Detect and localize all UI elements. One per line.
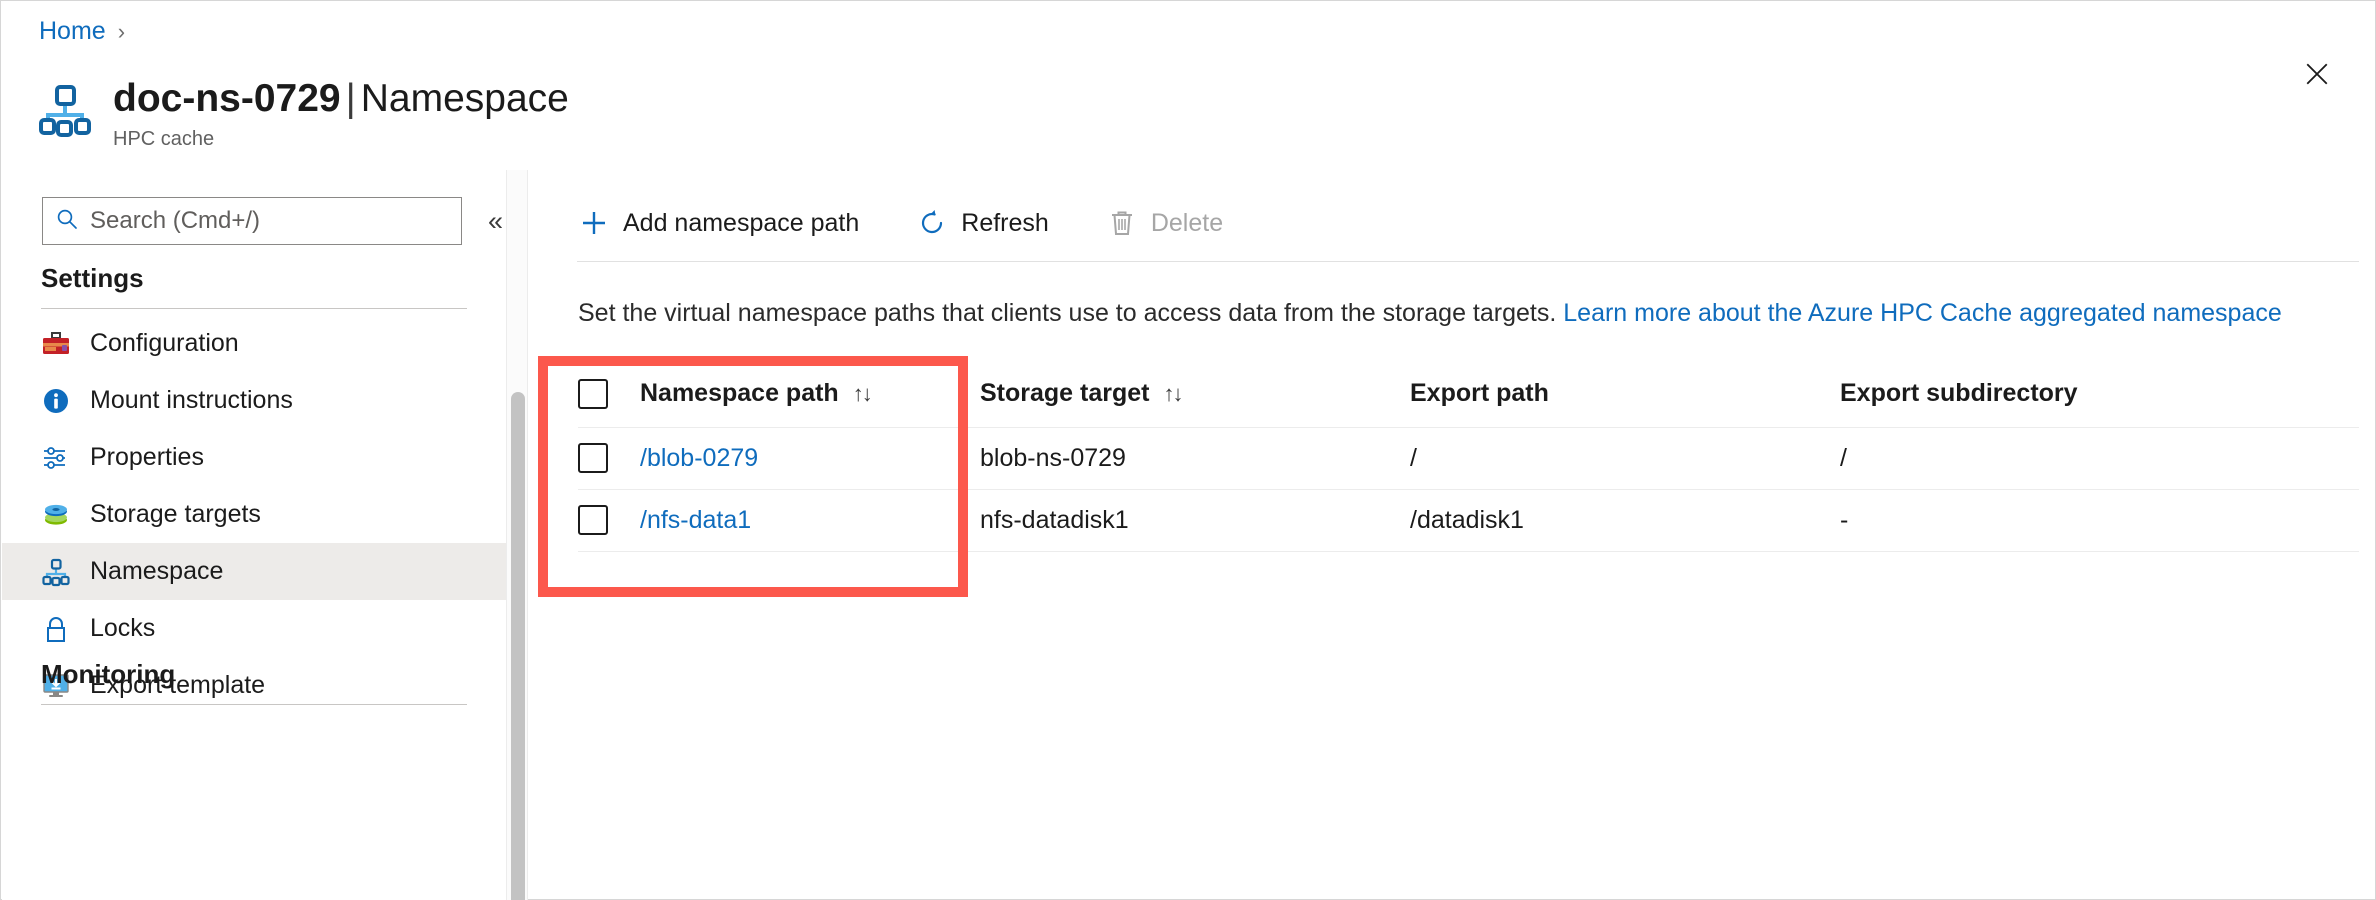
- close-icon: [2304, 61, 2330, 90]
- namespace-paths-table: Namespace path ↑↓ Storage target ↑↓ Expo…: [578, 361, 2359, 552]
- cell-namespace-path: /nfs-data1: [640, 489, 980, 551]
- refresh-icon: [917, 208, 947, 238]
- lock-icon: [41, 614, 71, 644]
- sidebar-section-heading: Monitoring: [2, 659, 507, 690]
- refresh-label: Refresh: [961, 209, 1049, 238]
- info-icon: [41, 386, 71, 416]
- cell-export-subdirectory: /: [1840, 427, 2359, 489]
- cell-namespace-path: /blob-0279: [640, 427, 980, 489]
- namespace-path-link[interactable]: /blob-0279: [640, 444, 758, 472]
- description-sentence: Set the virtual namespace paths that cli…: [578, 299, 1556, 327]
- column-header-label: Export path: [1410, 379, 1549, 408]
- sidebar-item-configuration[interactable]: Configuration: [2, 315, 507, 372]
- cell-export-path: /datadisk1: [1410, 489, 1840, 551]
- table-header-row: Namespace path ↑↓ Storage target ↑↓ Expo…: [578, 361, 2359, 427]
- sidebar-section-settings: Settings Configuration: [2, 263, 507, 714]
- resource-name: doc-ns-0729: [113, 77, 341, 120]
- plus-icon: [579, 208, 609, 238]
- namespace-path-link[interactable]: /nfs-data1: [640, 506, 751, 534]
- resource-type-subtitle: HPC cache: [113, 128, 569, 151]
- sliders-icon: [41, 443, 71, 473]
- column-namespace-path[interactable]: Namespace path ↑↓: [640, 361, 980, 427]
- sidebar-item-label: Storage targets: [90, 500, 261, 529]
- sidebar-item-storage-targets[interactable]: Storage targets: [2, 486, 507, 543]
- cell-export-subdirectory: -: [1840, 489, 2359, 551]
- sidebar-item-locks[interactable]: Locks: [2, 600, 507, 657]
- sidebar-scrollbar-thumb[interactable]: [511, 392, 525, 900]
- table-row[interactable]: /nfs-data1 nfs-datadisk1 /datadisk1 -: [578, 489, 2359, 551]
- database-disks-icon: [41, 500, 71, 530]
- page-section-title: Namespace: [361, 77, 569, 120]
- page-title: doc-ns-0729|Namespace: [113, 77, 569, 121]
- breadcrumb: Home ›: [39, 17, 125, 46]
- hierarchy-icon: [37, 83, 93, 139]
- sidebar-section-monitoring: Monitoring: [2, 659, 507, 705]
- title-divider: |: [341, 77, 361, 120]
- row-checkbox[interactable]: [578, 443, 608, 473]
- add-namespace-path-button[interactable]: Add namespace path: [561, 197, 877, 249]
- command-bar-divider: [577, 261, 2359, 262]
- sidebar-item-properties[interactable]: Properties: [2, 429, 507, 486]
- column-storage-target[interactable]: Storage target ↑↓: [980, 361, 1410, 427]
- page-header: doc-ns-0729|Namespace HPC cache: [37, 77, 569, 151]
- row-select-cell: [578, 489, 640, 551]
- sort-arrows-icon[interactable]: ↑↓: [853, 381, 871, 407]
- cell-storage-target: blob-ns-0729: [980, 427, 1410, 489]
- sidebar-item-label: Locks: [90, 614, 155, 643]
- column-header-label: Storage target: [980, 379, 1149, 408]
- search-icon: [55, 207, 79, 236]
- column-export-subdirectory: Export subdirectory: [1840, 361, 2359, 427]
- delete-label: Delete: [1151, 209, 1223, 238]
- row-select-cell: [578, 427, 640, 489]
- azure-portal-blade: Home › doc-ns-0729|Namespace HPC cache: [0, 0, 2376, 900]
- description-text: Set the virtual namespace paths that cli…: [578, 299, 2282, 328]
- select-all-checkbox[interactable]: [578, 379, 608, 409]
- table-row[interactable]: /blob-0279 blob-ns-0729 / /: [578, 427, 2359, 489]
- blade-sidebar: « Settings Configuration: [2, 169, 507, 900]
- cell-storage-target: nfs-datadisk1: [980, 489, 1410, 551]
- toolbox-icon: [41, 329, 71, 359]
- close-blade-button[interactable]: [2295, 53, 2339, 97]
- hierarchy-icon: [41, 557, 71, 587]
- trash-icon: [1107, 208, 1137, 238]
- collapse-sidebar-button[interactable]: «: [488, 208, 503, 235]
- sidebar-item-namespace[interactable]: Namespace: [2, 543, 507, 600]
- sidebar-section-divider: [41, 704, 467, 705]
- add-namespace-path-label: Add namespace path: [623, 209, 859, 238]
- column-header-label: Export subdirectory: [1840, 379, 2078, 408]
- search-box[interactable]: [42, 197, 462, 245]
- refresh-button[interactable]: Refresh: [899, 197, 1067, 249]
- learn-more-link[interactable]: Learn more about the Azure HPC Cache agg…: [1563, 299, 2282, 327]
- sidebar-section-heading: Settings: [2, 263, 507, 294]
- sidebar-item-label: Mount instructions: [90, 386, 293, 415]
- breadcrumb-separator-icon: ›: [118, 19, 125, 45]
- sort-arrows-icon[interactable]: ↑↓: [1163, 381, 1181, 407]
- sidebar-item-label: Configuration: [90, 329, 239, 358]
- sidebar-item-label: Namespace: [90, 557, 223, 586]
- breadcrumb-home-link[interactable]: Home: [39, 17, 106, 46]
- sidebar-item-label: Properties: [90, 443, 204, 472]
- sidebar-scrollbar[interactable]: [506, 170, 528, 900]
- delete-button[interactable]: Delete: [1089, 197, 1241, 249]
- command-bar: Add namespace path Refresh Delete: [561, 197, 1241, 249]
- column-header-label: Namespace path: [640, 379, 839, 408]
- cell-export-path: /: [1410, 427, 1840, 489]
- sidebar-search-row: «: [42, 197, 503, 245]
- row-checkbox[interactable]: [578, 505, 608, 535]
- sidebar-item-mount-instructions[interactable]: Mount instructions: [2, 372, 507, 429]
- sidebar-section-divider: [41, 308, 467, 309]
- column-export-path: Export path: [1410, 361, 1840, 427]
- select-all-header: [578, 361, 640, 427]
- search-input[interactable]: [90, 207, 449, 235]
